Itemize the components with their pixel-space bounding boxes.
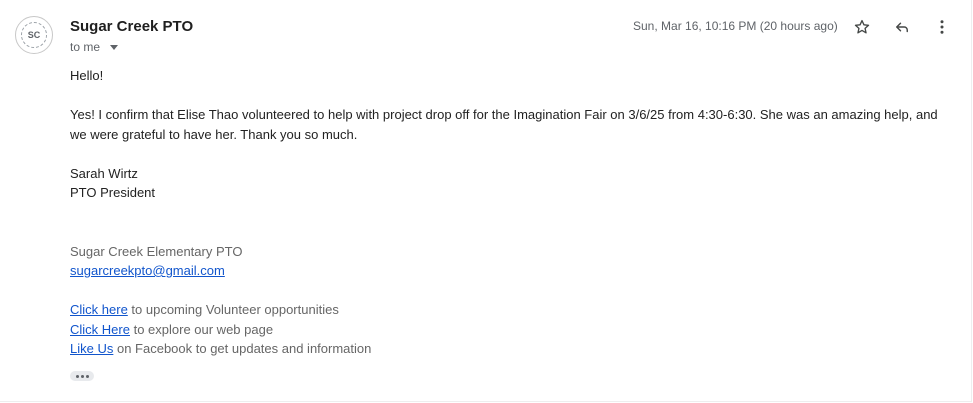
more-options-button[interactable] bbox=[930, 15, 954, 39]
reply-button[interactable] bbox=[890, 15, 914, 39]
volunteer-line: Click here to upcoming Volunteer opportu… bbox=[70, 300, 950, 320]
sender-avatar[interactable]: SC bbox=[15, 16, 53, 54]
ellipsis-dot bbox=[85, 374, 89, 378]
website-line: Click Here to explore our web page bbox=[70, 320, 950, 340]
volunteer-line-text: to upcoming Volunteer opportunities bbox=[127, 302, 339, 317]
signer-title: PTO President bbox=[70, 185, 156, 200]
website-link[interactable]: Click Here bbox=[70, 322, 130, 337]
facebook-link[interactable]: Like Us bbox=[70, 341, 113, 356]
facebook-line: Like Us on Facebook to get updates and i… bbox=[70, 339, 950, 359]
star-icon bbox=[854, 19, 870, 34]
recipient-details-toggle[interactable]: to me bbox=[70, 40, 119, 54]
signer-name: Sarah Wirtz bbox=[70, 165, 138, 181]
reply-icon bbox=[896, 22, 908, 33]
website-line-text: to explore our web page bbox=[129, 321, 274, 337]
message-body: Hello! Yes! I confirm that Elise Thao vo… bbox=[70, 66, 950, 359]
volunteer-link[interactable]: Click here bbox=[70, 302, 128, 317]
facebook-line-text: on Facebook to get updates and informati… bbox=[113, 341, 372, 356]
show-trimmed-content-button[interactable] bbox=[70, 371, 94, 381]
signature-email-link[interactable]: sugarcreekpto@gmail.com bbox=[70, 263, 225, 278]
email-message-card: SC Sugar Creek PTO to me Sun, Mar 16, 10… bbox=[0, 0, 972, 402]
body-paragraph: Yes! I confirm that Elise Thao volunteer… bbox=[70, 107, 938, 142]
star-button[interactable] bbox=[850, 15, 874, 39]
message-timestamp: Sun, Mar 16, 10:16 PM (20 hours ago) bbox=[633, 19, 838, 33]
more-vert-icon bbox=[940, 20, 944, 34]
greeting: Hello! bbox=[70, 68, 104, 83]
avatar-logo: SC bbox=[21, 22, 47, 48]
signature-org: Sugar Creek Elementary PTO bbox=[70, 243, 243, 259]
chevron-down-icon bbox=[110, 45, 119, 50]
recipient-label: to me bbox=[70, 40, 101, 54]
sender-name[interactable]: Sugar Creek PTO bbox=[70, 18, 193, 35]
ellipsis-dot bbox=[80, 374, 84, 378]
ellipsis-icon bbox=[75, 374, 79, 378]
